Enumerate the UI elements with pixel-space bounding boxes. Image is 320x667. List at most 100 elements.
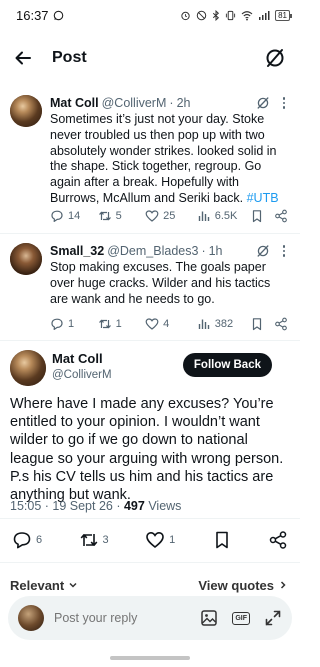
tweet-actions: 14 5 25 6.5K bbox=[50, 207, 288, 225]
sort-label: Relevant bbox=[10, 577, 65, 593]
author-name[interactable]: Mat Coll bbox=[50, 96, 99, 110]
signal-icon bbox=[259, 10, 270, 20]
author-handle[interactable]: @ColliverM bbox=[102, 96, 167, 110]
view-quotes-label: View quotes bbox=[198, 577, 274, 593]
tweet-meta: 15:05 · 19 Sept 26 · 497 Views bbox=[10, 499, 182, 513]
chevron-down-icon bbox=[69, 582, 77, 588]
author-name[interactable]: Small_32 bbox=[50, 244, 104, 258]
share-button[interactable] bbox=[274, 317, 288, 331]
reply-count: 6 bbox=[36, 534, 43, 546]
vibrate-icon bbox=[226, 10, 236, 20]
status-time: 16:37 bbox=[16, 7, 49, 23]
reply-icon bbox=[51, 210, 63, 222]
like-button[interactable]: 4 bbox=[145, 317, 197, 331]
author-name[interactable]: Mat Coll bbox=[52, 351, 103, 366]
views-label: Views bbox=[148, 499, 182, 513]
share-icon bbox=[269, 531, 287, 549]
repost-button[interactable]: 1 bbox=[98, 317, 146, 331]
views-button[interactable]: 6.5K bbox=[197, 209, 251, 223]
divider bbox=[0, 518, 300, 519]
repost-button[interactable]: 5 bbox=[98, 209, 146, 223]
mute-icon bbox=[196, 10, 207, 20]
tweet-body: Sometimes it’s just not your day. Stoke … bbox=[50, 112, 277, 205]
like-count: 25 bbox=[163, 210, 176, 222]
tweet-actions: 1 1 4 382 bbox=[50, 315, 288, 333]
reply-icon bbox=[13, 532, 31, 549]
repost-count: 3 bbox=[102, 534, 109, 546]
bookmark-icon bbox=[215, 531, 228, 549]
bookmark-icon bbox=[253, 210, 262, 223]
tweet-time: 15:05 bbox=[10, 499, 42, 513]
grok-button[interactable] bbox=[264, 47, 286, 69]
header: Post bbox=[0, 40, 300, 76]
reply-button[interactable]: 1 bbox=[50, 317, 98, 331]
alarm-icon bbox=[181, 11, 190, 20]
repost-icon bbox=[98, 211, 111, 221]
grok-icon[interactable] bbox=[256, 244, 270, 258]
like-button[interactable]: 25 bbox=[145, 209, 197, 223]
avatar[interactable] bbox=[10, 350, 46, 386]
share-button[interactable] bbox=[268, 530, 288, 550]
reply-input[interactable] bbox=[54, 611, 174, 625]
share-icon bbox=[275, 317, 287, 331]
like-button[interactable]: 1 bbox=[145, 530, 175, 550]
tweet-time: 2h bbox=[176, 96, 191, 110]
like-count: 4 bbox=[163, 318, 170, 330]
page-title: Post bbox=[52, 49, 87, 66]
back-arrow-icon bbox=[15, 51, 31, 65]
focused-tweet-actions: 6 3 1 bbox=[12, 528, 288, 552]
tweet-text: Where have I made any excuses? You’re en… bbox=[10, 396, 284, 504]
share-button[interactable] bbox=[274, 209, 288, 223]
grok-icon[interactable] bbox=[256, 96, 270, 110]
more-options-icon[interactable] bbox=[282, 96, 286, 110]
sort-row: Relevant View quotes bbox=[10, 576, 288, 594]
bookmark-icon bbox=[253, 318, 262, 331]
tweet-time: 1h bbox=[208, 244, 223, 258]
battery-icon: 81 bbox=[275, 9, 292, 21]
repost-button[interactable]: 3 bbox=[79, 530, 109, 550]
home-indicator[interactable] bbox=[110, 656, 190, 660]
image-icon[interactable] bbox=[200, 609, 218, 627]
share-icon bbox=[275, 209, 287, 223]
tweet-text: Stop making excuses. The goals paper ove… bbox=[50, 260, 271, 306]
views-count: 497 bbox=[123, 499, 145, 513]
author-handle[interactable]: @ColliverM bbox=[52, 369, 112, 381]
bookmark-button[interactable] bbox=[250, 209, 274, 223]
back-button[interactable] bbox=[14, 47, 36, 69]
reply-icon bbox=[51, 318, 63, 330]
reply-button[interactable]: 6 bbox=[12, 530, 42, 550]
bookmark-button[interactable] bbox=[212, 530, 232, 550]
view-quotes-link[interactable]: View quotes bbox=[198, 578, 288, 593]
views-icon bbox=[198, 211, 209, 221]
hashtag-link[interactable]: #UTB bbox=[247, 191, 279, 205]
repost-count: 5 bbox=[115, 210, 122, 222]
avatar[interactable] bbox=[10, 243, 42, 275]
views-button[interactable]: 382 bbox=[197, 317, 251, 331]
sort-dropdown[interactable]: Relevant bbox=[10, 578, 78, 593]
reply-count: 1 bbox=[68, 318, 75, 330]
bookmark-button[interactable] bbox=[250, 317, 274, 331]
separator: · bbox=[201, 244, 206, 258]
heart-icon bbox=[146, 531, 164, 549]
heart-icon bbox=[145, 210, 159, 222]
like-count: 1 bbox=[169, 534, 176, 546]
separator: · bbox=[169, 96, 174, 110]
views-count: 382 bbox=[214, 318, 234, 330]
chevron-right-icon bbox=[280, 581, 286, 589]
reply-button[interactable]: 14 bbox=[50, 209, 98, 223]
gif-icon[interactable]: GIF bbox=[232, 611, 250, 625]
views-icon bbox=[198, 319, 209, 329]
follow-back-button[interactable]: Follow Back bbox=[182, 353, 272, 377]
more-options-icon[interactable] bbox=[282, 244, 286, 258]
author-handle[interactable]: @Dem_Blades3 bbox=[107, 244, 198, 258]
reply-bar: GIF bbox=[8, 596, 292, 640]
avatar bbox=[18, 605, 44, 631]
avatar[interactable] bbox=[10, 95, 42, 127]
divider bbox=[0, 340, 300, 341]
repost-count: 1 bbox=[115, 318, 122, 330]
divider bbox=[0, 562, 300, 563]
views-count: 6.5K bbox=[214, 210, 238, 222]
tweet-date: 19 Sept 26 bbox=[52, 499, 113, 513]
expand-icon[interactable] bbox=[264, 609, 282, 627]
repost-icon bbox=[80, 534, 97, 546]
